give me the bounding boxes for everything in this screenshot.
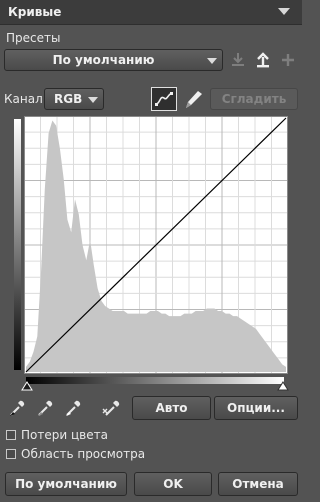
clipping-checkbox[interactable] [6, 430, 16, 440]
smooth-button-label: Сгладить [221, 92, 287, 106]
chevron-down-icon [88, 97, 98, 103]
options-button[interactable]: Опции... [214, 396, 298, 420]
defaults-button-label: По умолчанию [15, 477, 117, 491]
defaults-button[interactable]: По умолчанию [5, 472, 127, 496]
pencil-icon[interactable] [181, 87, 205, 111]
black-point-slider[interactable] [21, 381, 33, 391]
cancel-button[interactable]: Отмена [218, 472, 298, 496]
input-gradient-bar [26, 377, 284, 384]
ok-button[interactable]: OK [134, 472, 212, 496]
curves-graph[interactable] [24, 116, 288, 374]
black-eyedropper-icon[interactable] [7, 398, 27, 418]
options-button-label: Опции... [227, 401, 285, 415]
gray-eyedropper-icon[interactable] [35, 398, 55, 418]
preview-area-checkbox[interactable] [6, 449, 16, 459]
panel-title: Кривые [8, 5, 62, 19]
target-adjust-icon[interactable] [101, 398, 123, 418]
collapse-arrow-icon[interactable] [278, 8, 290, 15]
channel-dropdown[interactable]: RGB [44, 88, 104, 110]
presets-label: Пресеты [6, 31, 61, 45]
white-point-slider[interactable] [277, 381, 289, 391]
smooth-button[interactable]: Сгладить [210, 88, 298, 110]
white-eyedropper-icon[interactable] [63, 398, 83, 418]
ok-button-label: OK [163, 477, 183, 491]
channel-value: RGB [54, 92, 83, 106]
chevron-down-icon [207, 58, 217, 64]
presets-dropdown[interactable]: По умолчанию [4, 49, 223, 71]
presets-value: По умолчанию [52, 53, 155, 67]
cancel-button-label: Отмена [232, 477, 284, 491]
upload-preset-icon[interactable] [254, 51, 272, 69]
clipping-label: Потери цвета [21, 428, 108, 442]
auto-button[interactable]: Авто [132, 396, 211, 420]
output-gradient-bar [14, 119, 21, 370]
add-preset-icon[interactable] [279, 51, 297, 69]
curve-wave-icon [155, 92, 173, 106]
channel-label: Канал [4, 92, 43, 106]
preview-area-label: Область просмотра [21, 447, 146, 461]
auto-button-label: Авто [155, 401, 188, 415]
curve-points-tool[interactable] [151, 87, 177, 111]
download-preset-icon[interactable] [229, 51, 247, 69]
